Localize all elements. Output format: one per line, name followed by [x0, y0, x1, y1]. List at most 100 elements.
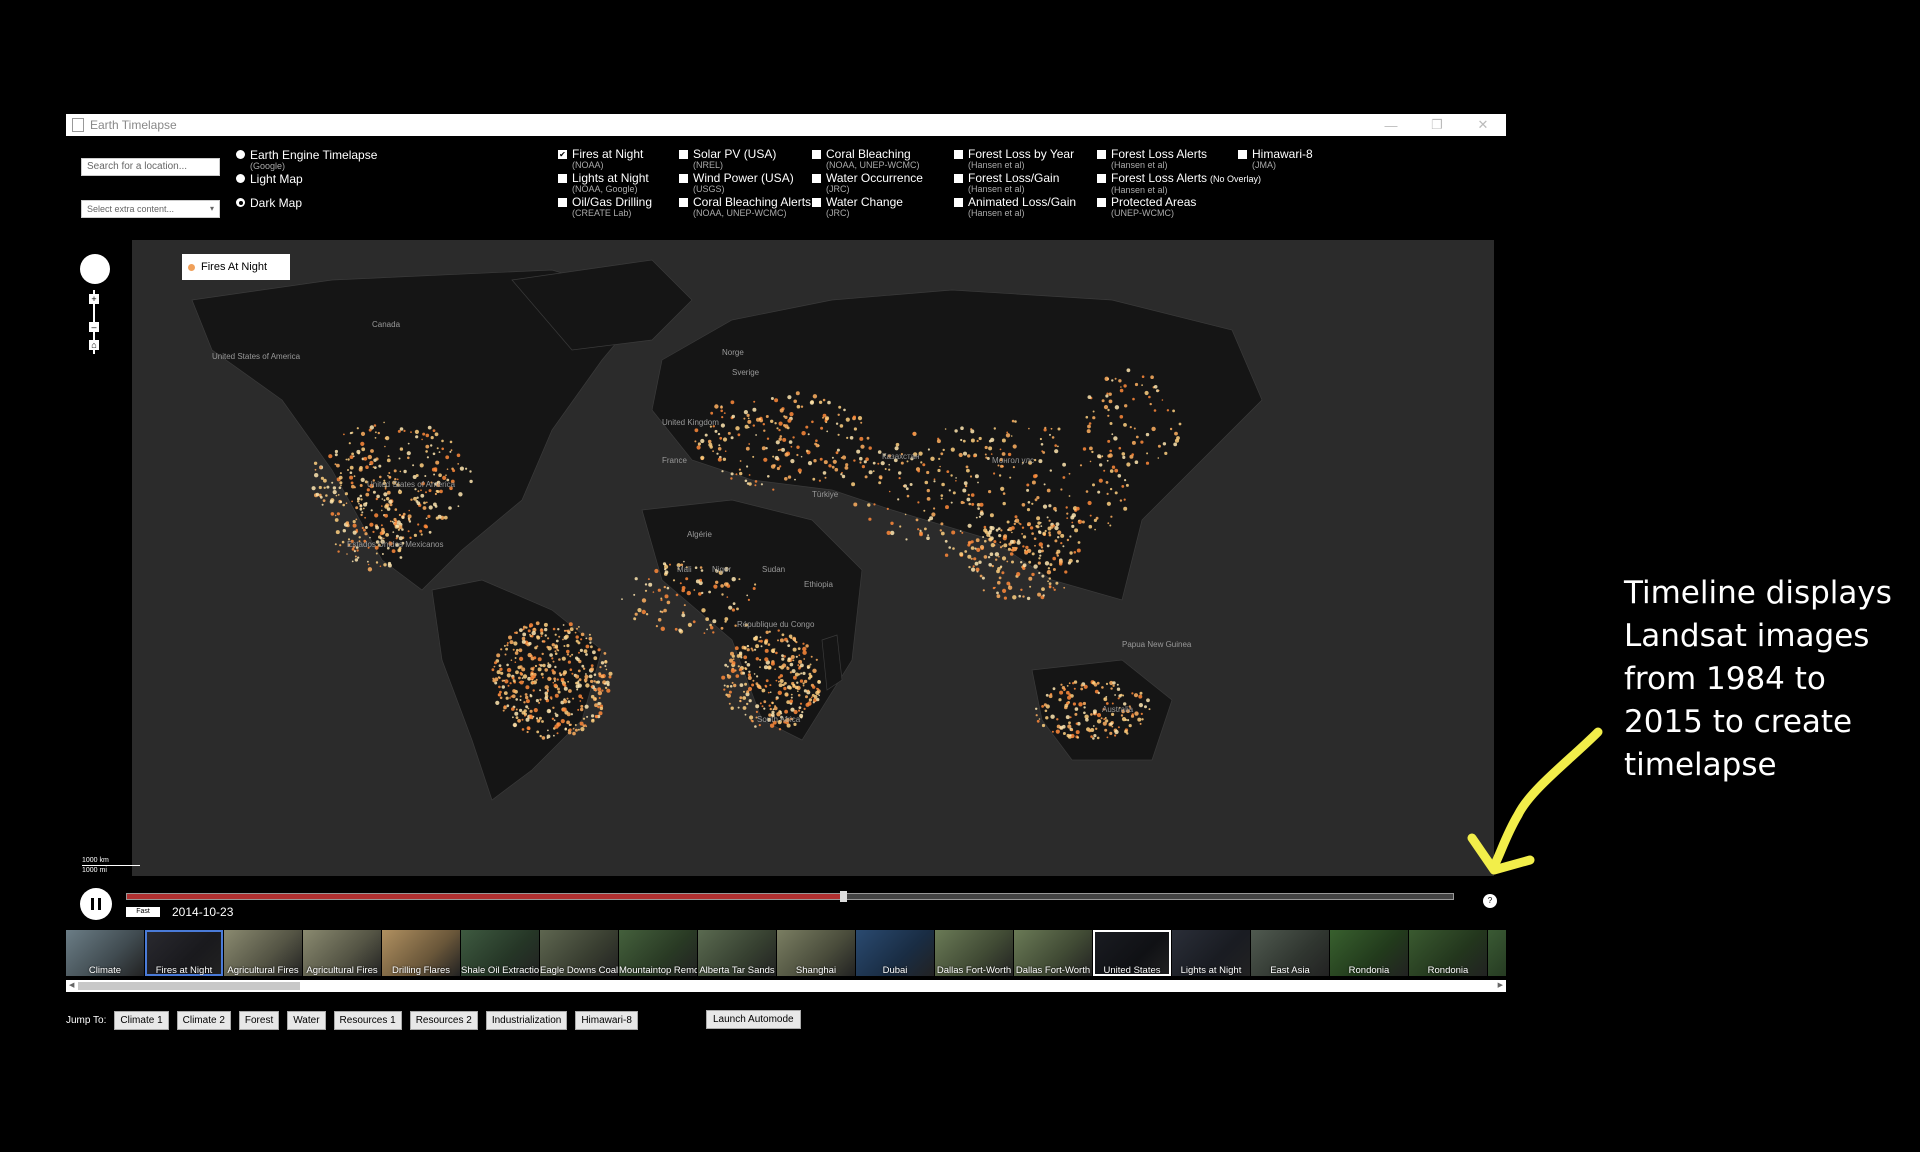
jump-to-button[interactable]: Resources 1: [333, 1010, 402, 1030]
overlay-source: (Hansen et al): [1111, 185, 1168, 195]
preset-thumbnail[interactable]: Shale Oil Extraction: [461, 930, 539, 976]
overlay-checkbox[interactable]: Protected Areas (UNEP-WCMC): [1097, 196, 1196, 218]
base-layer-radio[interactable]: Earth Engine Timelapse (Google): [236, 148, 377, 171]
preset-thumbnail-label: Dallas Fort-Worth: [936, 965, 1012, 976]
map-place-label: Niger: [712, 565, 732, 574]
jump-to-button[interactable]: Himawari-8: [575, 1010, 638, 1030]
speed-toggle-button[interactable]: Fast: [126, 907, 160, 917]
overlay-checkbox[interactable]: Forest Loss by Year (Hansen et al): [954, 148, 1074, 170]
jump-to-button[interactable]: Forest: [238, 1010, 280, 1030]
jump-to-button[interactable]: Resources 2: [409, 1010, 478, 1030]
preset-thumbnail[interactable]: Shanghai: [777, 930, 855, 976]
overlay-checkbox[interactable]: Solar PV (USA) (NREL): [679, 148, 776, 170]
preset-thumbnail[interactable]: East Asia: [1251, 930, 1329, 976]
thumbnail-scrollbar[interactable]: ◀ ▶: [66, 980, 1506, 992]
map-place-label: Papua New Guinea: [1122, 640, 1192, 649]
launch-automode-button[interactable]: Launch Automode: [706, 1010, 801, 1029]
close-button[interactable]: ✕: [1460, 117, 1506, 133]
scroll-right-icon[interactable]: ▶: [1498, 980, 1503, 992]
jump-to-button[interactable]: Climate 2: [176, 1010, 231, 1030]
preset-thumbnail-label: Fires at Night: [155, 965, 213, 976]
preset-thumbnail[interactable]: Mountaintop Removal: [619, 930, 697, 976]
overlay-source: (JMA): [1252, 160, 1276, 170]
preset-thumbnail[interactable]: Dubai: [856, 930, 934, 976]
preset-thumbnail[interactable]: Climate: [66, 930, 144, 976]
jump-to-button[interactable]: Climate 1: [114, 1010, 169, 1030]
preset-thumbnail[interactable]: Alberta Tar Sands: [698, 930, 776, 976]
annotation-line: Landsat images: [1624, 618, 1870, 654]
overlay-checkbox[interactable]: Wind Power (USA) (USGS): [679, 172, 794, 194]
pause-button[interactable]: [80, 888, 112, 920]
overlay-checkbox[interactable]: Oil/Gas Drilling (CREATE Lab): [558, 196, 652, 218]
checkbox-icon: [812, 174, 821, 183]
extra-content-select[interactable]: Select extra content... ▾: [81, 200, 220, 218]
preset-thumbnail[interactable]: Agricultural Fires: [303, 930, 381, 976]
preset-thumbnail[interactable]: Lights at Night: [1172, 930, 1250, 976]
help-button[interactable]: ?: [1483, 894, 1497, 908]
scale-mi: 1000 mi: [82, 867, 107, 874]
zoom-handle[interactable]: –: [89, 322, 99, 332]
overlay-checkbox[interactable]: Water Change (JRC): [812, 196, 903, 218]
pan-control-icon[interactable]: [80, 254, 110, 284]
overlay-checkbox[interactable]: Forest Loss Alerts (Hansen et al): [1097, 148, 1207, 170]
zoom-in-button[interactable]: +: [89, 294, 99, 304]
preset-thumbnail[interactable]: United States: [1093, 930, 1171, 976]
timeline-handle[interactable]: [840, 891, 848, 902]
preset-thumbnail-label: Mountaintop Removal: [619, 965, 697, 976]
world-map[interactable]: Canada United States of America United Sta…: [132, 240, 1494, 876]
preset-thumbnail-label: Alberta Tar Sands: [699, 965, 775, 976]
preset-thumbnail-label: Eagle Downs Coal: [540, 965, 618, 976]
home-icon[interactable]: ⌂: [89, 340, 99, 350]
overlay-checkbox[interactable]: Forest Loss/Gain (Hansen et al): [954, 172, 1059, 194]
timeline-slider[interactable]: [126, 891, 1454, 902]
map-place-label: Türkiye: [812, 490, 839, 499]
chevron-down-icon: ▾: [209, 204, 214, 213]
overlay-checkbox[interactable]: Coral Bleaching Alerts (NOAA, UNEP-WCMC): [679, 196, 811, 218]
preset-thumbnail[interactable]: Ama: [1488, 930, 1506, 976]
preset-thumbnail-strip: Climate Fires at Night Agricultural Fires A…: [66, 930, 1506, 978]
overlay-label: Forest Loss Alerts (No Overlay): [1111, 171, 1262, 185]
base-layer-radio[interactable]: Light Map: [236, 172, 303, 186]
overlay-checkbox[interactable]: Himawari-8 (JMA): [1238, 148, 1313, 170]
map-place-label: Norge: [722, 348, 744, 357]
map-place-label: South Africa: [757, 715, 801, 724]
preset-thumbnail[interactable]: Rondonia: [1330, 930, 1408, 976]
overlay-checkbox[interactable]: Water Occurrence (JRC): [812, 172, 923, 194]
base-layer-radio[interactable]: Dark Map: [236, 196, 302, 210]
radio-icon: [236, 198, 245, 207]
map-place-label: République du Congo: [737, 620, 815, 629]
preset-thumbnail[interactable]: Dallas Fort-Worth: [1014, 930, 1092, 976]
preset-thumbnail[interactable]: Rondonia: [1409, 930, 1487, 976]
map-place-label: Mali: [677, 565, 692, 574]
overlay-source: (Hansen et al): [968, 208, 1025, 218]
minimize-button[interactable]: —: [1368, 118, 1414, 133]
preset-thumbnail-label: Agricultural Fires: [227, 965, 299, 976]
scale-km: 1000 km: [82, 857, 109, 864]
map-place-label: Algérie: [687, 530, 712, 539]
preset-thumbnail-label: East Asia: [1270, 965, 1310, 976]
preset-thumbnail[interactable]: Agricultural Fires: [224, 930, 302, 976]
overlay-checkbox[interactable]: Coral Bleaching (NOAA, UNEP-WCMC): [812, 148, 920, 170]
preset-thumbnail[interactable]: Dallas Fort-Worth: [935, 930, 1013, 976]
search-input[interactable]: Search for a location...: [81, 158, 220, 176]
overlay-source: (UNEP-WCMC): [1111, 208, 1174, 218]
scrollbar-thumb[interactable]: [78, 982, 300, 990]
checkbox-icon: [954, 150, 963, 159]
preset-thumbnail[interactable]: Drilling Flares: [382, 930, 460, 976]
checkbox-icon: [558, 174, 567, 183]
jump-to-button[interactable]: Industrialization: [485, 1010, 568, 1030]
preset-thumbnail[interactable]: Fires at Night: [145, 930, 223, 976]
preset-thumbnail[interactable]: Eagle Downs Coal: [540, 930, 618, 976]
scroll-left-icon[interactable]: ◀: [69, 980, 74, 992]
jump-to-button[interactable]: Water: [287, 1010, 326, 1030]
overlay-checkbox[interactable]: Lights at Night (NOAA, Google): [558, 172, 649, 194]
document-icon: [72, 118, 84, 132]
map-place-label: United Kingdom: [662, 418, 719, 427]
jump-to-bar: Jump To: Climate 1 Climate 2 Forest Water Re…: [66, 1010, 638, 1030]
preset-thumbnail-label: Dubai: [882, 965, 908, 976]
overlay-checkbox[interactable]: Forest Loss Alerts (No Overlay) (Hansen et…: [1097, 172, 1261, 195]
overlay-source: (USGS): [693, 184, 725, 194]
overlay-checkbox[interactable]: ✔ Fires at Night (NOAA): [558, 148, 643, 170]
restore-button[interactable]: ❐: [1414, 117, 1460, 133]
overlay-checkbox[interactable]: Animated Loss/Gain (Hansen et al): [954, 196, 1076, 218]
